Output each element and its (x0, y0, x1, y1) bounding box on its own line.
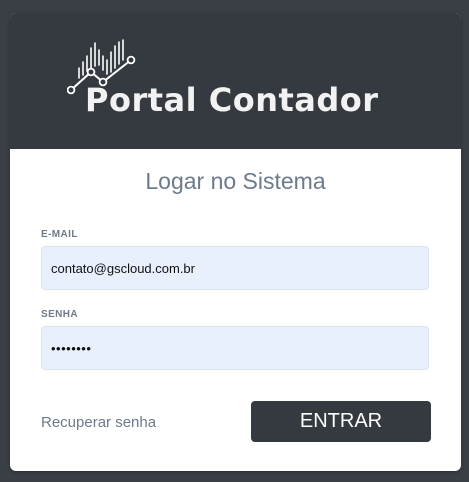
login-card: Portal Contador Logar no Sistema E-MAIL … (10, 13, 461, 471)
login-title: Logar no Sistema (145, 168, 326, 194)
recover-password-link[interactable]: Recuperar senha (41, 414, 156, 431)
password-field[interactable] (41, 326, 429, 370)
brand-header: Portal Contador (10, 13, 461, 149)
login-button[interactable]: ENTRAR (251, 401, 431, 442)
password-label: SENHA (41, 309, 79, 320)
email-field[interactable] (41, 246, 429, 290)
email-label: E-MAIL (41, 229, 78, 240)
brand-title: Portal Contador (85, 81, 379, 119)
